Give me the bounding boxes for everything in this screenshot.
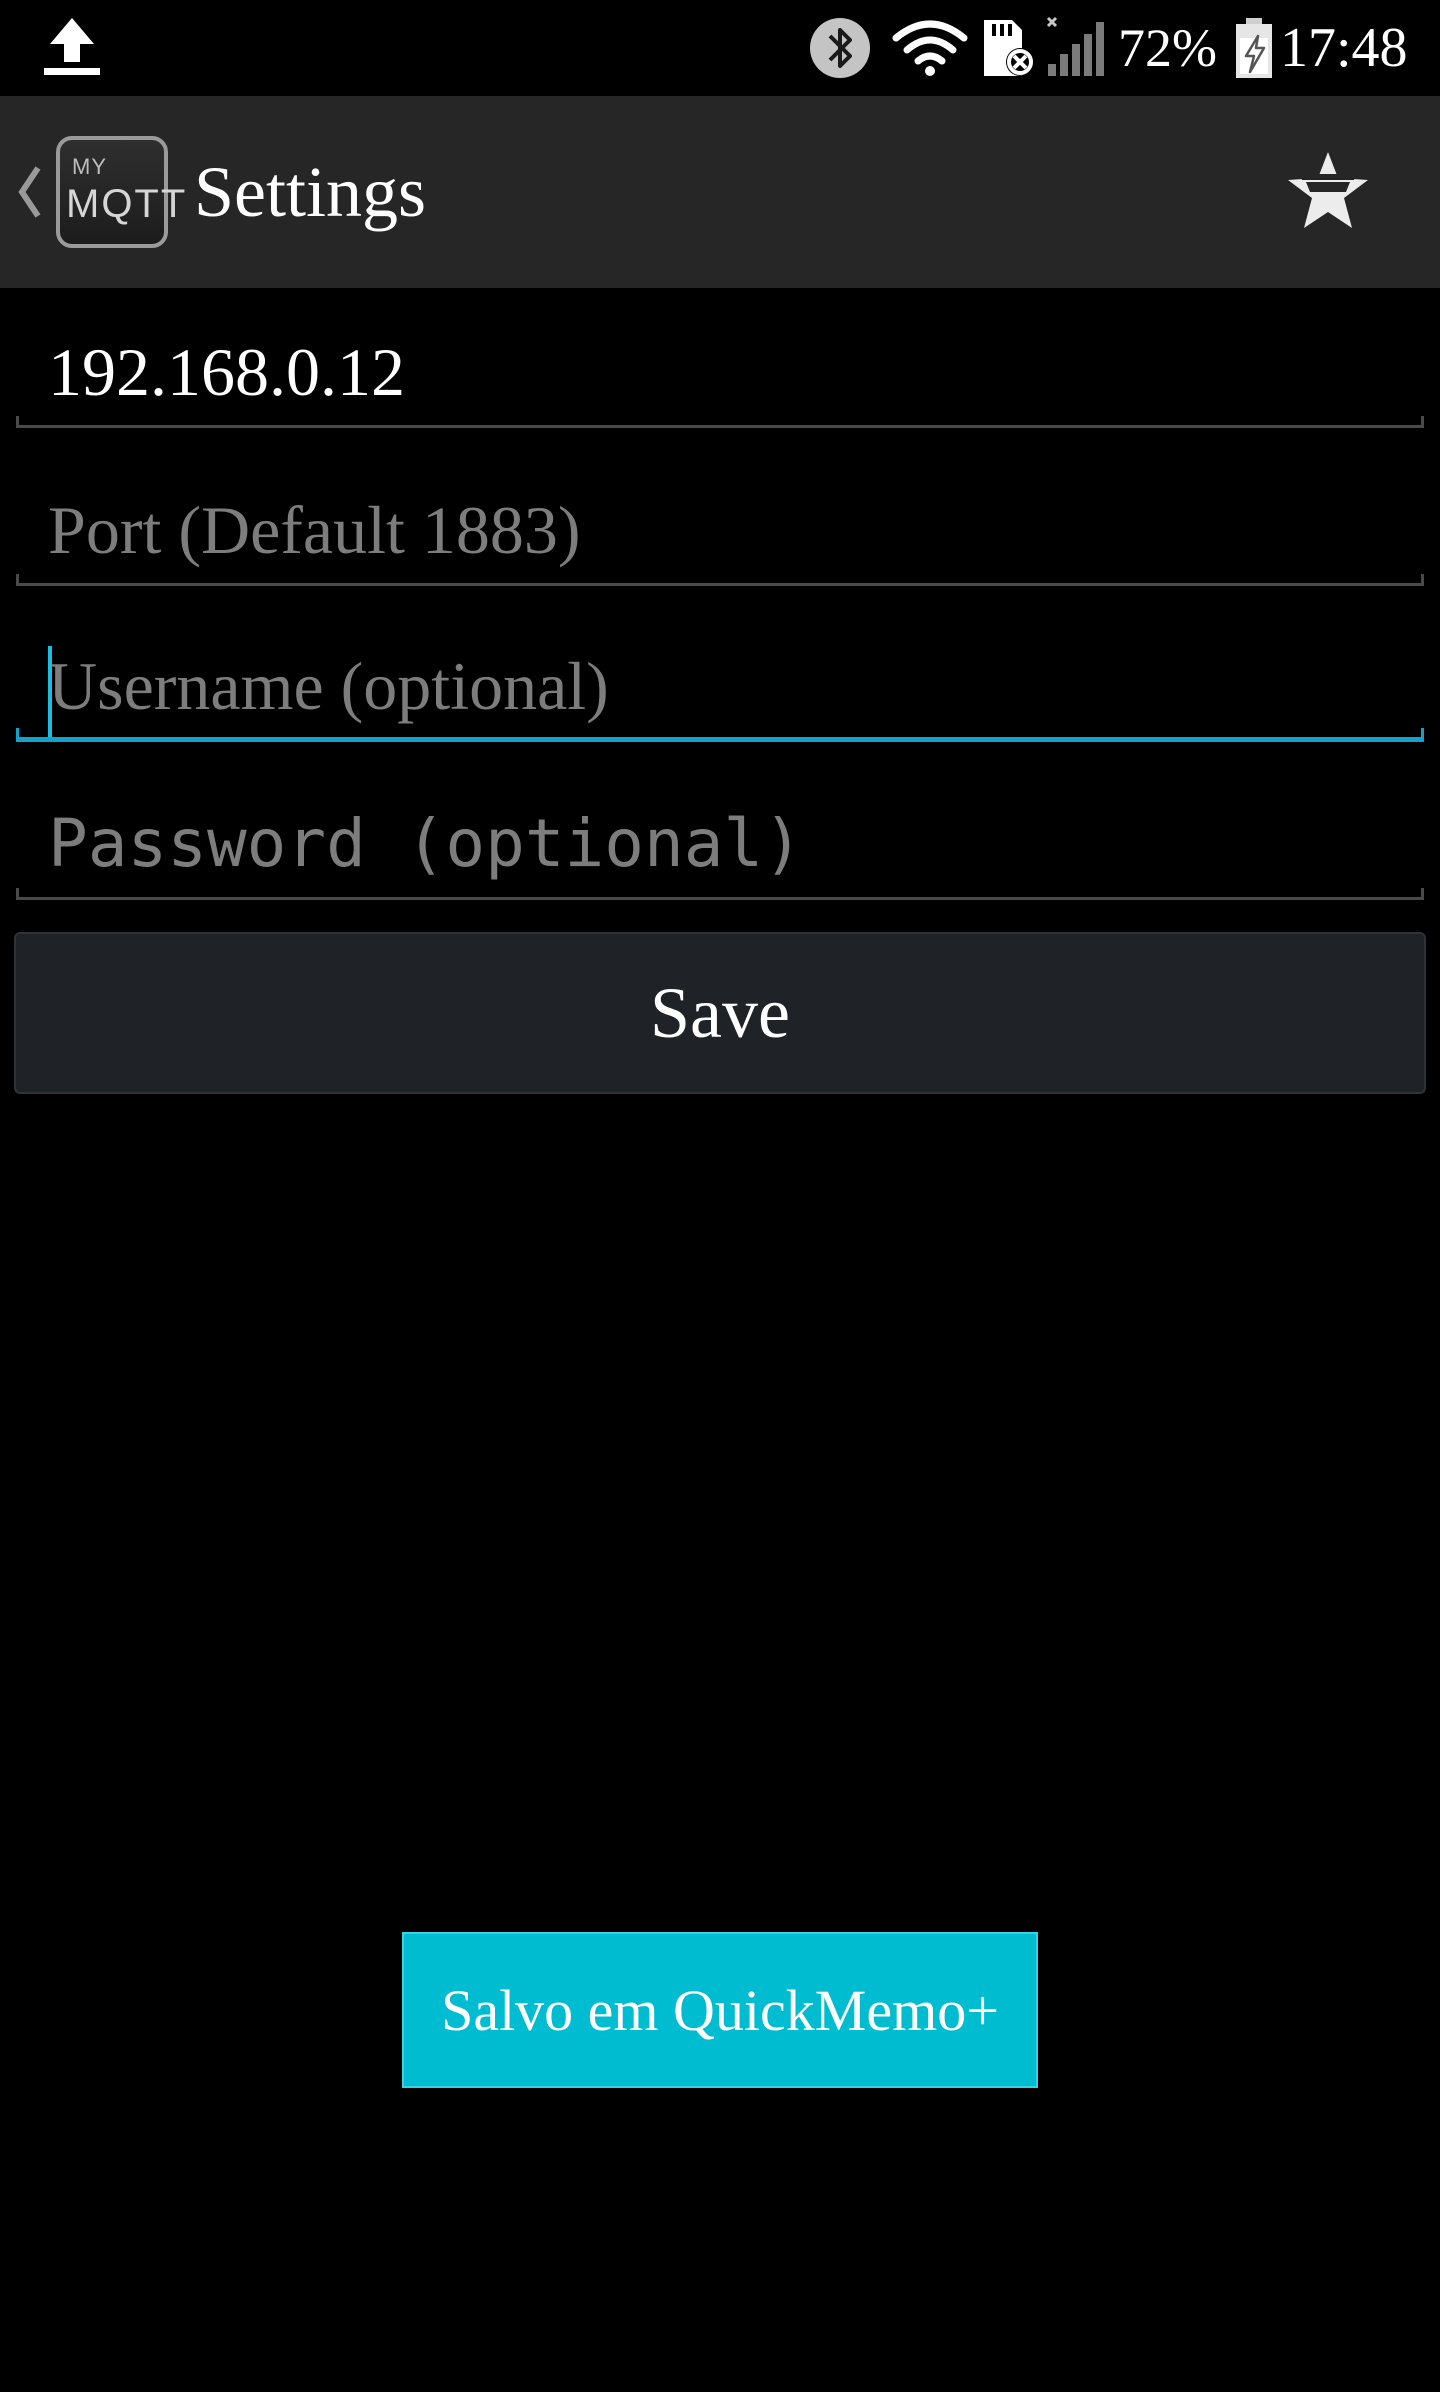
clock: 17:48	[1280, 17, 1408, 79]
host-field-tick-left	[16, 416, 19, 428]
password-field[interactable]: Password (optional)	[16, 770, 1424, 900]
text-cursor	[48, 646, 52, 742]
username-field-underline	[16, 737, 1424, 742]
action-bar: MY MQTT Settings	[0, 96, 1440, 288]
wifi-icon	[892, 20, 968, 76]
port-field-tick-right	[1421, 574, 1424, 586]
star-badge-icon[interactable]	[1284, 148, 1372, 232]
password-field-underline	[16, 897, 1424, 900]
logo-text-my: MY	[72, 154, 107, 179]
host-field[interactable]: 192.168.0.12	[16, 298, 1424, 428]
username-field[interactable]: Username (optional)	[16, 612, 1424, 742]
battery-charging-icon	[1236, 18, 1272, 78]
username-field-tick-left	[16, 728, 19, 742]
host-field-tick-right	[1421, 416, 1424, 428]
host-field-underline	[16, 425, 1424, 428]
app-logo[interactable]: MY MQTT	[56, 136, 185, 248]
save-button[interactable]: Save	[14, 932, 1426, 1094]
sd-card-error-icon	[984, 20, 1034, 76]
signal-icon	[1046, 16, 1104, 76]
password-input-placeholder[interactable]: Password (optional)	[48, 804, 803, 884]
port-field[interactable]: Port (Default 1883)	[16, 456, 1424, 586]
up-navigation-icon[interactable]	[14, 160, 44, 224]
toast-text: Salvo em QuickMemo+	[441, 1977, 999, 2043]
password-field-tick-right	[1421, 888, 1424, 900]
port-field-tick-left	[16, 574, 19, 586]
username-field-tick-right	[1421, 728, 1424, 742]
status-bar: 72% 17:48	[0, 0, 1440, 96]
upload-icon	[44, 18, 100, 75]
logo-text-mqtt: MQTT	[66, 182, 188, 226]
host-input-value[interactable]: 192.168.0.12	[48, 332, 405, 412]
port-field-underline	[16, 583, 1424, 586]
bluetooth-icon	[810, 18, 870, 78]
port-input-placeholder[interactable]: Port (Default 1883)	[48, 490, 581, 570]
battery-percent: 72%	[1118, 18, 1217, 78]
page-title: Settings	[194, 152, 427, 232]
toast-message: Salvo em QuickMemo+	[402, 1932, 1038, 2088]
username-input-placeholder[interactable]: Username (optional)	[48, 646, 609, 726]
password-field-tick-left	[16, 888, 19, 900]
